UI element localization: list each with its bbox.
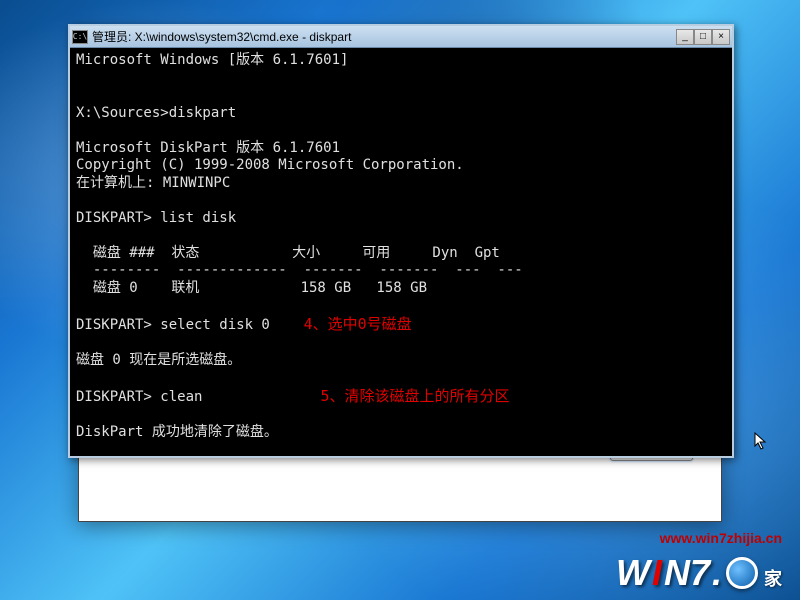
logo-n7: N7 (664, 552, 710, 594)
logo-sub: 家 (764, 565, 782, 591)
logo: WIN7. 家 (616, 552, 782, 594)
logo-orb-icon (726, 557, 758, 589)
cmd-line: 磁盘 0 现在是所选磁盘。 (76, 352, 241, 368)
cmd-line: 磁盘 0 联机 158 GB 158 GB (76, 280, 427, 296)
cmd-window: C:\ 管理员: X:\windows\system32\cmd.exe - d… (68, 24, 734, 458)
cmd-line: 磁盘 ### 状态 大小 可用 Dyn Gpt (76, 245, 500, 261)
cmd-line: Microsoft Windows [版本 6.1.7601] (76, 52, 348, 68)
cmd-titlebar[interactable]: C:\ 管理员: X:\windows\system32\cmd.exe - d… (70, 26, 732, 48)
cmd-line: DISKPART> clean (76, 389, 320, 405)
cmd-title: 管理员: X:\windows\system32\cmd.exe - diskp… (92, 28, 676, 45)
maximize-button[interactable]: □ (694, 29, 712, 45)
cmd-line: DiskPart 成功地清除了磁盘。 (76, 424, 278, 440)
cmd-line: -------- ------------- ------- ------- -… (76, 262, 523, 278)
cmd-output[interactable]: Microsoft Windows [版本 6.1.7601] X:\Sourc… (70, 48, 732, 456)
logo-w: W (616, 552, 650, 594)
annotation-5: 5、清除该磁盘上的所有分区 (320, 387, 509, 405)
cmd-line: Microsoft DiskPart 版本 6.1.7601 (76, 140, 340, 156)
logo-i: I (652, 552, 662, 594)
cmd-line: 在计算机上: MINWINPC (76, 175, 230, 191)
logo-dot: . (712, 552, 722, 594)
watermark-url: www.win7zhijia.cn (660, 530, 782, 546)
close-button[interactable]: × (712, 29, 730, 45)
cmd-icon: C:\ (72, 30, 88, 44)
minimize-button[interactable]: _ (676, 29, 694, 45)
cmd-line: Copyright (C) 1999-2008 Microsoft Corpor… (76, 157, 464, 173)
cmd-line: DISKPART> select disk 0 (76, 317, 304, 333)
cmd-line: DISKPART> list disk (76, 210, 236, 226)
cmd-line: X:\Sources>diskpart (76, 105, 236, 121)
window-controls: _ □ × (676, 29, 730, 45)
annotation-4: 4、选中0号磁盘 (304, 315, 412, 333)
